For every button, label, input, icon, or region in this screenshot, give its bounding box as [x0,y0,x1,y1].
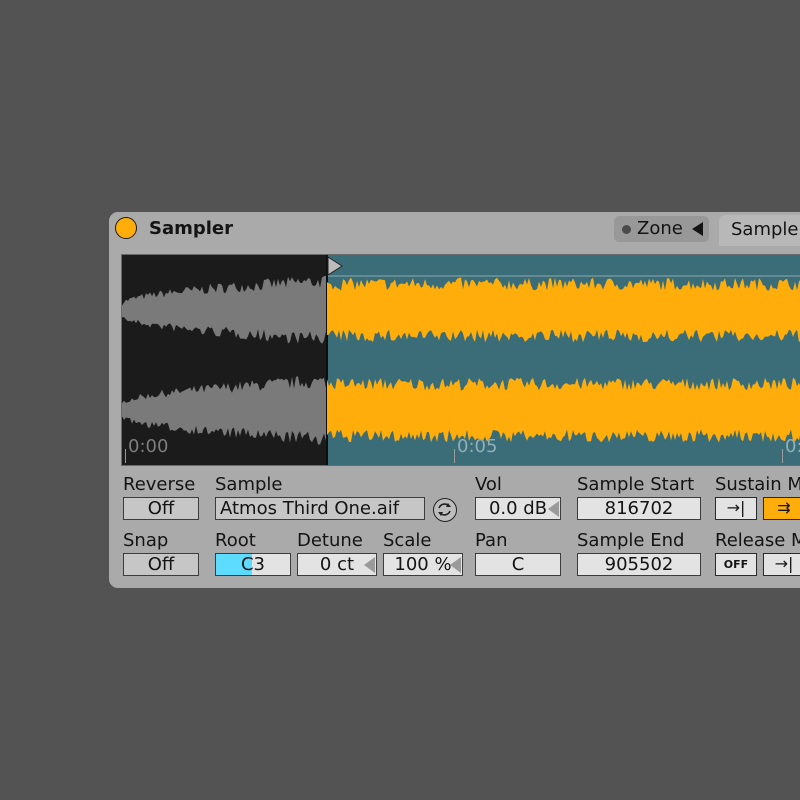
ruler-tick [454,449,455,463]
waveform-display[interactable]: 0:00 0:05 0:1 [121,254,800,466]
sustain-mode-forward-button[interactable]: →| [715,497,757,520]
ruler-tick [782,449,783,463]
root-value: C3 [240,554,266,575]
sampler-device: Sampler Zone Sample 0:00 0:05 0 Reverse … [109,212,800,588]
device-power-button[interactable] [115,217,137,239]
triangle-left-icon [692,222,703,236]
tab-sample[interactable]: Sample [719,215,800,246]
root-label: Root [215,530,256,551]
scale-field[interactable]: 100 % [383,553,463,576]
time-label-0: 0:00 [128,436,168,457]
pan-label: Pan [475,530,508,551]
waveform-svg: 0:00 0:05 0:1 [122,255,800,465]
scale-value: 100 % [394,554,452,575]
device-title: Sampler [149,218,234,239]
sample-label: Sample [215,474,283,495]
snap-toggle[interactable]: Off [123,553,199,576]
release-mode-label: Release M [715,530,800,551]
release-mode-off-button[interactable]: OFF [715,553,757,576]
triangle-left-icon [450,557,461,573]
hot-swap-icon[interactable] [433,498,457,522]
pan-field[interactable]: C [475,553,561,576]
device-title-bar: Sampler Zone Sample [109,212,800,246]
tab-sample-label: Sample [731,219,799,240]
sustain-mode-label: Sustain M [715,474,800,495]
sample-start-field[interactable]: 816702 [577,497,701,520]
vol-label: Vol [475,474,502,495]
time-label-2: 0:1 [785,436,800,457]
detune-field[interactable]: 0 ct [297,553,377,576]
triangle-left-icon [548,501,559,517]
sample-name-field[interactable]: Atmos Third One.aif [215,497,425,520]
waveform-channel-1-inactive [122,275,326,344]
sample-end-field[interactable]: 905502 [577,553,701,576]
waveform-channel-2-inactive [122,376,326,445]
detune-label: Detune [297,530,363,551]
time-label-1: 0:05 [457,436,497,457]
root-field[interactable]: C3 [215,553,291,576]
scale-label: Scale [383,530,432,551]
detune-value: 0 ct [319,554,355,575]
ruler-tick [125,449,126,463]
triangle-left-icon [364,557,375,573]
waveform-channel-1 [327,277,800,343]
zone-label: Zone [637,218,683,239]
reverse-toggle[interactable]: Off [123,497,199,520]
sample-start-label: Sample Start [577,474,695,495]
vol-field[interactable]: 0.0 dB [475,497,561,520]
zone-toggle-button[interactable]: Zone [614,216,709,242]
release-mode-forward-button[interactable]: →| [763,553,800,576]
zone-indicator-icon [622,225,631,234]
snap-label: Snap [123,530,169,551]
sustain-mode-loop-button[interactable]: ⇉ [763,497,800,520]
reverse-label: Reverse [123,474,196,495]
sample-end-label: Sample End [577,530,685,551]
vol-value: 0.0 dB [488,498,548,519]
